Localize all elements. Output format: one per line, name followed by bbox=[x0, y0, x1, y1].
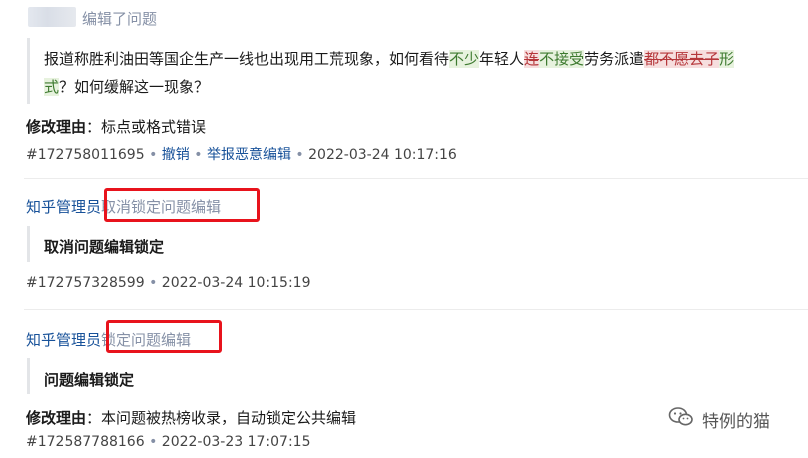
entry2-meta: #172757328599 • 2022-03-24 10:15:19 bbox=[26, 275, 311, 291]
edit-time: 2022-03-24 10:15:19 bbox=[161, 275, 311, 291]
reason-sep: ： bbox=[86, 409, 102, 427]
report-link[interactable]: 举报恶意编辑 bbox=[207, 147, 291, 163]
highlight-box bbox=[106, 320, 222, 353]
reason-sep: ： bbox=[86, 118, 102, 136]
watermark: 特例的猫 bbox=[668, 406, 770, 432]
entry2-quote-bar bbox=[27, 226, 30, 262]
meta-dot: • bbox=[194, 147, 203, 163]
wechat-icon bbox=[668, 406, 694, 432]
reason-label: 修改理由 bbox=[26, 118, 87, 136]
entry1-reason: 修改理由：标点或格式错误 bbox=[26, 116, 206, 137]
diff-plain: 报道称胜利油田等国企生产一线也出现用工荒现象，如何看待 bbox=[44, 50, 450, 68]
edit-time: 2022-03-23 17:07:15 bbox=[161, 434, 311, 450]
watermark-text: 特例的猫 bbox=[702, 411, 770, 432]
highlight-box bbox=[104, 188, 260, 222]
diff-plain: 劳务派遣 bbox=[584, 50, 645, 68]
meta-dot: • bbox=[149, 147, 158, 163]
undo-link[interactable]: 撤销 bbox=[162, 147, 190, 163]
meta-dot: • bbox=[149, 275, 158, 291]
diff-added: 不少 bbox=[449, 50, 480, 68]
entry2-content: 取消问题编辑锁定 bbox=[44, 238, 165, 256]
entry3-reason: 修改理由：本问题被热榜收录，自动锁定公共编辑 bbox=[26, 407, 356, 428]
edit-id: #172587788166 bbox=[26, 434, 145, 450]
user-link[interactable]: 知乎管理员 bbox=[26, 331, 101, 349]
edit-id: #172758011695 bbox=[26, 147, 145, 163]
diff-plain: 年轻人 bbox=[479, 50, 525, 68]
entry1-title-line2: 式？如何缓解这一现象？ bbox=[44, 72, 209, 102]
diff-added: 式 bbox=[44, 78, 60, 96]
entry3-content: 问题编辑锁定 bbox=[44, 371, 135, 389]
divider bbox=[24, 178, 808, 179]
reason-label: 修改理由 bbox=[26, 409, 87, 427]
user-link[interactable]: 知乎管理员 bbox=[26, 198, 101, 216]
entry1-title-line1: 报道称胜利油田等国企生产一线也出现用工荒现象，如何看待不少年轻人连不接受劳务派遣… bbox=[44, 44, 735, 74]
entry1-quote-bar bbox=[27, 38, 30, 104]
diff-removed: 都不愿去子 bbox=[644, 50, 720, 68]
blurred-username bbox=[28, 7, 76, 27]
diff-plain: ？如何缓解这一现象？ bbox=[59, 78, 210, 96]
diff-title-line1: 报道称胜利油田等国企生产一线也出现用工荒现象，如何看待不少年轻人连不接受劳务派遣… bbox=[44, 50, 735, 68]
reason-text: 本问题被热榜收录，自动锁定公共编辑 bbox=[101, 409, 357, 427]
edit-time: 2022-03-24 10:17:16 bbox=[308, 147, 457, 163]
edit-id: #172757328599 bbox=[26, 275, 145, 291]
meta-dot: • bbox=[295, 147, 304, 163]
diff-added: 形 bbox=[719, 50, 735, 68]
diff-added: 不接受 bbox=[539, 50, 585, 68]
entry1-meta: #172758011695 • 撤销 • 举报恶意编辑 • 2022-03-24… bbox=[26, 144, 457, 164]
entry3-quote-bar bbox=[27, 358, 30, 394]
diff-removed: 连 bbox=[524, 50, 540, 68]
meta-dot: • bbox=[149, 434, 158, 450]
reason-text: 标点或格式错误 bbox=[101, 118, 207, 136]
divider bbox=[24, 309, 808, 310]
entry1-action: 编辑了问题 bbox=[82, 10, 158, 28]
diff-title-line2: 式？如何缓解这一现象？ bbox=[44, 78, 209, 96]
entry3-meta: #172587788166 • 2022-03-23 17:07:15 bbox=[26, 434, 311, 450]
